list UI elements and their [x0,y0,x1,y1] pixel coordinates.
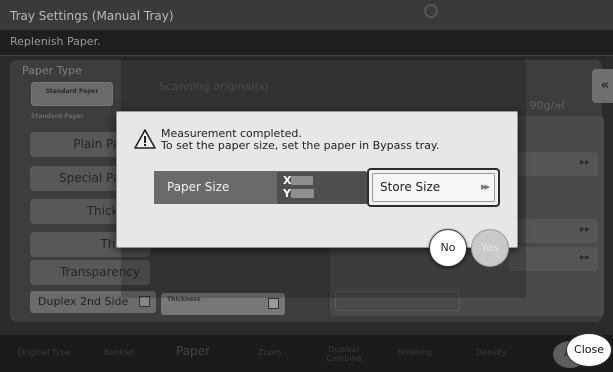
paper-size-label: Paper Size [167,180,230,194]
back-double-arrow-icon[interactable]: « [592,69,613,103]
dialog-line-2: To set the paper size, set the paper in … [161,139,440,152]
standard-paper-button[interactable]: Standard Paper [31,82,113,106]
tab-duplex-combine[interactable]: Duplex/ Combine [326,345,362,363]
dialog-message: Measurement completed. To set the paper … [161,128,439,152]
status-icon [424,4,438,18]
double-chevron-right-icon: ▸▸ [480,180,490,193]
tab-paper[interactable]: Paper [176,344,210,358]
thickness-checkbox-box[interactable] [268,298,279,309]
duplex-label: Duplex 2nd Side [38,295,129,308]
chevron-right-icon: ▸▸ [579,252,590,263]
no-button[interactable]: No [429,229,467,267]
replenish-message: Replenish Paper. [10,35,101,48]
size-y-value-redacted [291,189,314,198]
standard-paper-sublabel: Standard Paper [31,113,84,120]
size-y-label: Y [283,187,291,200]
message-bar: Replenish Paper. [0,30,613,56]
size-x-value-redacted [291,176,313,185]
title-bar: Tray Settings (Manual Tray) [0,0,613,30]
close-button[interactable]: Close [566,333,612,367]
tab-booklet[interactable]: Booklet [104,348,134,357]
tab-density[interactable]: Density [476,348,506,357]
scanning-status: Scanning original(s) [159,80,269,93]
chevron-right-icon: ▸▸ [579,224,590,235]
chevron-right-icon: ▸▸ [579,157,590,168]
window-title: Tray Settings (Manual Tray) [10,9,174,23]
tray-settings-screen: Tray Settings (Manual Tray) Replenish Pa… [0,0,613,372]
paper-weight-label: - 90g/㎡ [522,99,566,112]
tab-original-type[interactable]: Original Type [18,348,70,357]
tab-zoom[interactable]: Zoom [258,348,281,357]
warning-icon [134,129,156,149]
store-size-button[interactable]: Store Size ▸▸ [367,168,500,207]
paper-type-label: Paper Type [22,64,82,77]
store-size-label: Store Size [380,180,441,194]
tab-finishing[interactable]: Finishing [397,348,432,357]
yes-button[interactable]: Yes [471,229,509,267]
bottom-tab-bar [0,335,613,372]
